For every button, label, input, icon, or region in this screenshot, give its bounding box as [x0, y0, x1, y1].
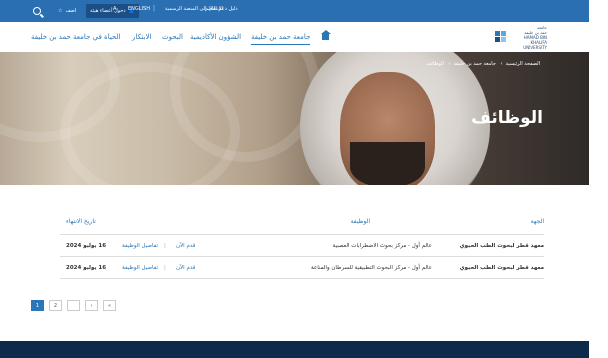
breadcrumb-home[interactable]: الصفحة الرئيسية	[506, 61, 541, 67]
jobs-table: الجهة الوظيفة تاريخ الانتهاء معهد قطر لب…	[60, 215, 544, 279]
job-details-link[interactable]: تفاصيل الوظيفة	[122, 265, 158, 271]
job-title[interactable]: عالم أول - مركز بحوث الاضطرابات العصبية	[333, 243, 432, 249]
student-services-link[interactable]: دليل دعم التعلم	[205, 6, 238, 12]
nav-item-hbku[interactable]: جامعة حمد بن خليفة	[251, 33, 311, 45]
footer	[0, 341, 589, 358]
page-title: الوظائف	[471, 108, 543, 128]
language-switch[interactable]: ENGLISH	[128, 6, 150, 12]
divider: |	[164, 243, 166, 249]
font-size-toggle[interactable]: A	[113, 6, 116, 12]
job-entity: معهد قطر لبحوث الطب الحيوي	[459, 265, 544, 271]
table-row: معهد قطر لبحوث الطب الحيوي عالم أول - مر…	[60, 257, 544, 279]
top-utility-bar: ☆ اضف دخول أعضاء هيئة 👤 A ENGLISH | الإن…	[0, 0, 589, 22]
home-icon[interactable]	[320, 30, 331, 40]
search-icon[interactable]	[33, 7, 41, 15]
first-page-button[interactable]: «	[103, 300, 116, 311]
job-title[interactable]: عالم أول - مركز البحوث التطبيقية للسرطان…	[311, 265, 432, 271]
prev-page-button[interactable]: ‹	[85, 300, 98, 311]
pagination: 1 2 ‹ «	[31, 300, 116, 311]
column-header-entity: الجهة	[530, 218, 544, 225]
apply-now-link[interactable]: قدم الآن	[176, 243, 195, 249]
logo-mark-icon	[495, 30, 507, 44]
page-2-button[interactable]: 2	[49, 300, 62, 311]
page-1-button[interactable]: 1	[31, 300, 44, 311]
nav-item-life[interactable]: الحياة في جامعة حمد بن خليفة	[31, 33, 121, 41]
favorites-button[interactable]: ☆ اضف	[58, 5, 76, 17]
breadcrumb-hbku[interactable]: جامعة حمد بن خليفة	[453, 61, 495, 67]
right-margin	[589, 0, 608, 358]
apply-now-link[interactable]: قدم الآن	[176, 265, 195, 271]
breadcrumb-current: الوظائف	[426, 61, 444, 67]
breadcrumb: الصفحة الرئيسية› جامعة حمد بن خليفة› الو…	[426, 61, 541, 67]
job-deadline: 16 يوليو 2024	[66, 265, 107, 271]
nav-item-research[interactable]: البحوث	[162, 33, 183, 41]
job-entity: معهد قطر لبحوث الطب الحيوي	[459, 243, 544, 249]
divider: |	[153, 5, 156, 12]
table-header: الجهة الوظيفة تاريخ الانتهاء	[60, 215, 544, 235]
nav-item-academics[interactable]: الشؤون الأكاديمية	[190, 33, 241, 41]
hero-person-beard	[350, 142, 425, 185]
nav-item-innovation[interactable]: الابتكار	[132, 33, 151, 41]
table-row: معهد قطر لبحوث الطب الحيوي عالم أول - مر…	[60, 235, 544, 257]
job-deadline: 16 يوليو 2024	[66, 243, 107, 249]
hero-banner: الصفحة الرئيسية› جامعة حمد بن خليفة› الو…	[0, 52, 589, 185]
star-icon: ☆	[58, 8, 63, 14]
university-logo[interactable]: جامعة حمد بن خليفة HAMAD BIN KHALIFA UNI…	[495, 24, 547, 50]
job-details-link[interactable]: تفاصيل الوظيفة	[122, 243, 158, 249]
divider: |	[164, 265, 166, 271]
page-3-button[interactable]	[67, 300, 80, 311]
column-header-deadline: تاريخ الانتهاء	[66, 218, 96, 225]
column-header-title: الوظيفة	[350, 218, 370, 225]
logo-text: جامعة حمد بن خليفة HAMAD BIN KHALIFA UNI…	[523, 24, 547, 50]
